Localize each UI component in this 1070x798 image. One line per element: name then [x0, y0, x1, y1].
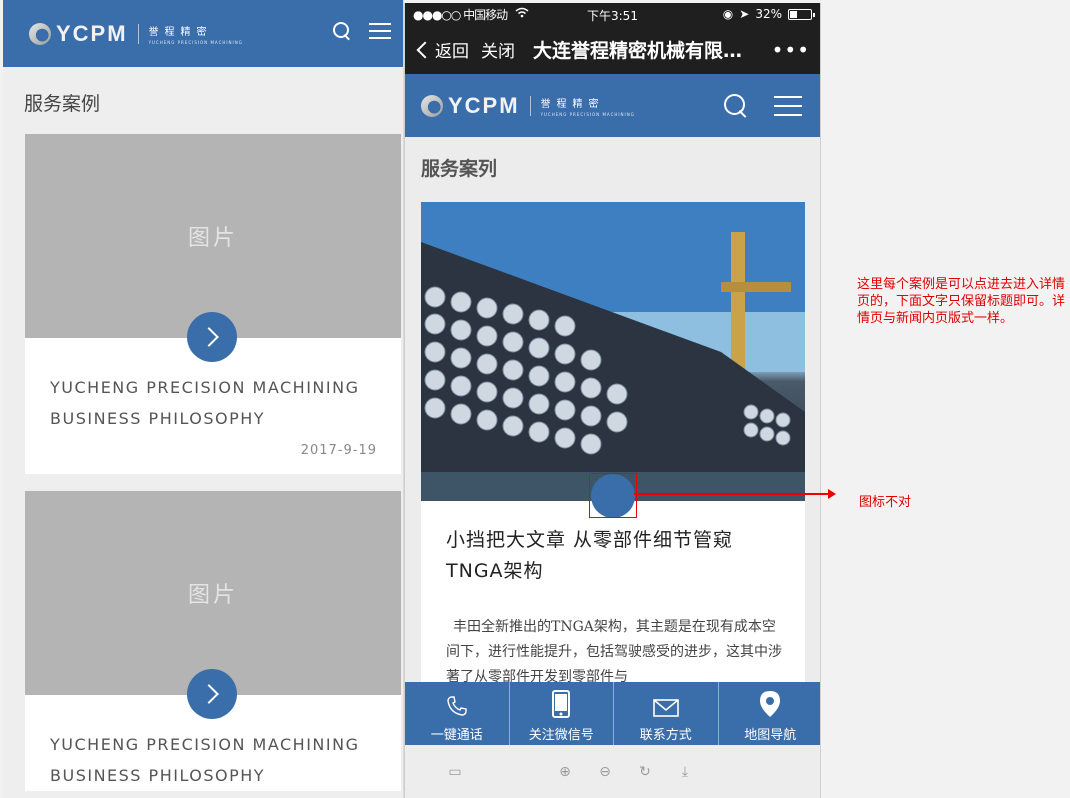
- chevron-right-icon: [199, 327, 219, 347]
- site-header: YCPM 誉程精密 YUCHENG PRECISION MACHINING: [405, 74, 820, 137]
- close-button[interactable]: 关闭: [481, 37, 515, 62]
- logo-text: YCPM: [56, 20, 128, 46]
- case-card[interactable]: 图片 YUCHENG PRECISION MACHINING BUSINESS …: [25, 491, 401, 791]
- logo-cn: 誉程精密: [540, 98, 605, 110]
- window-icon[interactable]: ▭: [445, 762, 465, 782]
- location-arrow-icon: ➤: [739, 7, 750, 21]
- canvas: YCPM 誉程精密 YUCHENG PRECISION MACHINING 服务…: [0, 0, 1070, 798]
- contact-button[interactable]: 联系方式: [614, 682, 719, 745]
- zoom-out-icon[interactable]: ⊖: [595, 762, 615, 782]
- annotation-cases-note: 这里每个案例是可以点进去进入详情页的，下面文字只保留标题即可。详情页与新闻内页版…: [857, 277, 1066, 326]
- logo-en: YUCHENG PRECISION MACHINING: [540, 111, 635, 117]
- back-chevron-icon[interactable]: [416, 41, 434, 58]
- logo[interactable]: YCPM 誉程精密 YUCHENG PRECISION MACHINING: [421, 93, 635, 119]
- status-time: 下午3:51: [587, 9, 638, 23]
- search-icon[interactable]: [333, 22, 351, 40]
- menu-icon[interactable]: [774, 96, 802, 116]
- article-excerpt: 丰田全新推出的TNGA架构，其主题是在现有成本空间下，进行性能提升，包括驾驶感受…: [446, 619, 782, 685]
- download-icon[interactable]: ⤓: [675, 762, 695, 782]
- logo-text: YCPM: [448, 92, 520, 118]
- design-mockup: YCPM 誉程精密 YUCHENG PRECISION MACHINING 服务…: [3, 0, 404, 798]
- search-icon[interactable]: [724, 94, 748, 118]
- carrier-signal: ●●●○○ 中国移动: [413, 7, 508, 22]
- logo-cn: 誉程精密: [148, 26, 213, 38]
- annotation-arrow: [634, 489, 836, 499]
- zoom-in-icon[interactable]: ⊕: [555, 762, 575, 782]
- section-title: 服务案例: [24, 93, 101, 115]
- logo[interactable]: YCPM 誉程精密 YUCHENG PRECISION MACHINING: [29, 21, 243, 47]
- mobile-icon: [552, 690, 571, 718]
- article-photo: [421, 202, 805, 501]
- status-right: ◉ ➤ 32%: [722, 7, 815, 21]
- bottom-action-bar: 一键通话 关注微信号 联系方式 地图导航: [405, 682, 821, 745]
- back-button[interactable]: 返回: [435, 37, 469, 62]
- follow-wechat-button[interactable]: 关注微信号: [510, 682, 614, 745]
- header-actions: [724, 94, 802, 118]
- logo-mark-icon: [29, 22, 51, 45]
- steel-pipes-illustration: [421, 202, 805, 501]
- logo-divider: [137, 23, 139, 44]
- phone-icon: [447, 696, 467, 716]
- highlight-box: [589, 473, 637, 518]
- rotation-lock-icon: ◉: [722, 7, 734, 21]
- battery-percent: 32%: [755, 7, 782, 21]
- case-card[interactable]: 图片 YUCHENG PRECISION MACHINING BUSINESS …: [25, 134, 401, 474]
- location-pin-icon: [760, 691, 781, 717]
- image-placeholder-label: 图片: [187, 226, 238, 251]
- phone-screenshot: ●●●○○ 中国移动 下午3:51 ◉ ➤ 32% 返回 关闭 大连誉程精密机械…: [404, 3, 821, 798]
- browser-toolbar: ▭ ⊕ ⊖ ↻ ⤓: [405, 745, 820, 798]
- wechat-nav-bar: 返回 关闭 大连誉程精密机械有限… •••: [405, 25, 820, 74]
- status-bar: ●●●○○ 中国移动 下午3:51 ◉ ➤ 32%: [405, 3, 820, 25]
- annotation-icon-note: 图标不对: [859, 495, 912, 510]
- logo-mark-icon: [421, 94, 443, 117]
- site-header: YCPM 誉程精密 YUCHENG PRECISION MACHINING: [3, 0, 403, 67]
- logo-subtitle: 誉程精密 YUCHENG PRECISION MACHINING: [149, 23, 243, 45]
- article-card[interactable]: 小挡把大文章 从零部件细节管窥TNGA架构 丰田全新推出的TNGA架构，其主题是…: [421, 202, 805, 692]
- logo-divider: [529, 95, 531, 116]
- section-title: 服务案列: [421, 158, 498, 180]
- image-placeholder: 图片: [25, 134, 401, 362]
- page-title: 大连誉程精密机械有限…: [533, 40, 743, 62]
- wifi-icon: [515, 7, 529, 21]
- mail-icon: [652, 699, 679, 717]
- call-label: 一键通话: [430, 728, 483, 743]
- go-button[interactable]: [187, 669, 237, 719]
- menu-icon[interactable]: [369, 23, 391, 39]
- logo-en: YUCHENG PRECISION MACHINING: [148, 39, 243, 45]
- case-date: 2017-9-19: [300, 443, 377, 458]
- more-button[interactable]: •••: [772, 38, 810, 62]
- chevron-right-icon: [199, 684, 219, 704]
- logo-subtitle: 誉程精密 YUCHENG PRECISION MACHINING: [541, 95, 635, 117]
- case-title: YUCHENG PRECISION MACHINING BUSINESS PHI…: [50, 378, 360, 428]
- map-nav-label: 地图导航: [744, 728, 797, 743]
- map-nav-button[interactable]: 地图导航: [719, 682, 821, 745]
- image-placeholder-label: 图片: [187, 583, 238, 608]
- go-button[interactable]: [187, 312, 237, 362]
- case-title: YUCHENG PRECISION MACHINING BUSINESS PHI…: [50, 735, 360, 785]
- header-actions: [333, 22, 391, 40]
- contact-label: 联系方式: [639, 728, 692, 743]
- refresh-icon[interactable]: ↻: [635, 762, 655, 782]
- follow-wechat-label: 关注微信号: [528, 728, 594, 743]
- call-button[interactable]: 一键通话: [405, 682, 510, 745]
- image-placeholder: 图片: [25, 491, 401, 719]
- battery-icon: [788, 8, 815, 20]
